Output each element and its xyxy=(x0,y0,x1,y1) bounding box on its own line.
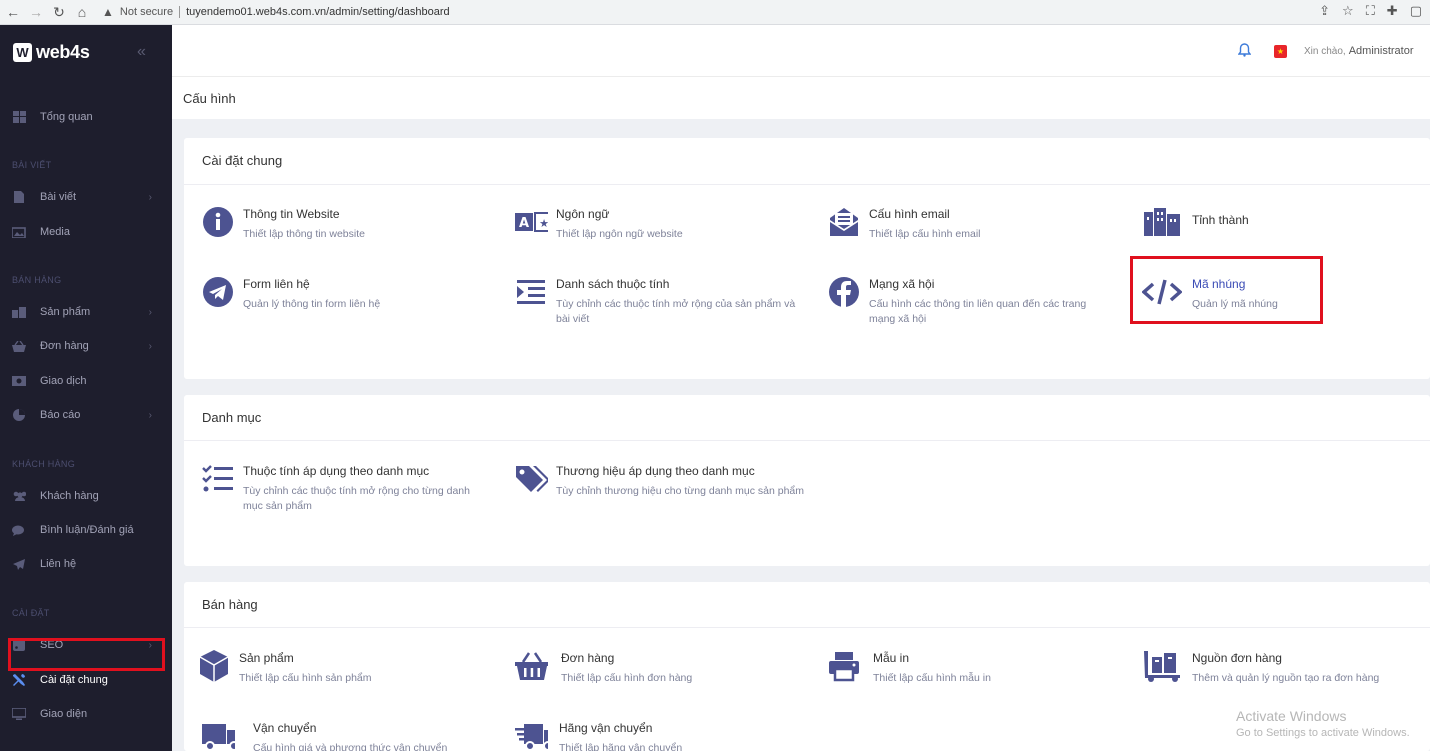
tags-icon xyxy=(514,462,548,496)
chevron-right-icon: › xyxy=(149,341,152,352)
card-title: Danh mục xyxy=(202,410,261,425)
sidebar-item-transactions[interactable]: Giao dịch xyxy=(0,368,172,394)
logo[interactable]: W web4s xyxy=(13,42,90,63)
pie-chart-icon xyxy=(12,409,26,421)
activate-windows-title: Activate Windows xyxy=(1236,708,1346,724)
monitor-icon xyxy=(12,708,26,720)
shipping-fast-icon xyxy=(514,719,548,751)
browser-toolbar: ← → ↻ ⌂ ▲ Not secure tuyendemo01.web4s.c… xyxy=(0,0,1430,25)
users-icon xyxy=(12,490,26,502)
url-text[interactable]: tuyendemo01.web4s.com.vn/admin/setting/d… xyxy=(186,6,450,18)
security-label: Not secure xyxy=(120,6,173,18)
highlight-box-sidebar xyxy=(8,638,165,671)
screenshot-icon[interactable]: ⛶ xyxy=(1366,3,1375,19)
vietnam-flag-icon[interactable]: ★ xyxy=(1274,45,1287,58)
sidebar-item-theme[interactable]: Giao diện xyxy=(0,701,172,727)
sidebar-item-contact[interactable]: Liên hệ xyxy=(0,551,172,577)
sidebar-item-customers[interactable]: Khách hàng xyxy=(0,483,172,509)
setting-category-attributes[interactable]: Thuộc tính áp dụng theo danh mụcTùy chỉn… xyxy=(201,462,483,514)
sidebar-item-products[interactable]: Sản phẩm › xyxy=(0,299,172,325)
address-bar[interactable]: ▲ Not secure tuyendemo01.web4s.com.vn/ad… xyxy=(102,1,450,23)
user-name: Administrator xyxy=(1349,45,1414,57)
top-header: ★ Xin chào,Administrator xyxy=(172,25,1430,77)
activate-windows-subtitle: Go to Settings to activate Windows. xyxy=(1236,727,1410,739)
boxes-icon xyxy=(12,306,26,318)
setting-order-sources[interactable]: Nguồn đơn hàngThêm và quản lý nguồn tạo … xyxy=(1142,649,1379,686)
sidebar-section-customers: KHÁCH HÀNG xyxy=(12,459,75,469)
paper-plane-icon xyxy=(12,558,26,570)
chevron-right-icon: › xyxy=(149,410,152,421)
setting-print-templates[interactable]: Mẫu inThiết lập cấu hình mẫu in xyxy=(827,649,991,686)
svg-text:A: A xyxy=(519,216,529,231)
home-icon[interactable]: ⌂ xyxy=(72,2,92,22)
card-title: Cài đặt chung xyxy=(202,153,282,168)
dashboard-icon xyxy=(12,111,26,123)
setting-provinces[interactable]: Tỉnh thành xyxy=(1142,205,1249,239)
setting-email[interactable]: Cấu hình emailThiết lập cấu hình email xyxy=(827,205,980,242)
printer-icon xyxy=(827,649,861,683)
indent-list-icon xyxy=(514,275,548,309)
truck-icon xyxy=(201,719,235,751)
checklist-icon xyxy=(201,462,235,496)
basket-icon xyxy=(514,649,548,683)
setting-contact-form[interactable]: Form liên hệQuản lý thông tin form liên … xyxy=(201,275,380,312)
warning-icon: ▲ xyxy=(102,5,114,19)
sidebar-item-media[interactable]: Media xyxy=(0,219,172,245)
sidebar-section-settings: CÀI ĐẶT xyxy=(12,608,50,618)
sidebar-section-posts: BÀI VIẾT xyxy=(12,160,51,170)
reload-icon[interactable]: ↻ xyxy=(49,2,69,22)
back-icon[interactable]: ← xyxy=(3,2,23,22)
card-title: Bán hàng xyxy=(202,597,258,612)
setting-carriers[interactable]: Hãng vận chuyểnThiết lập hãng vận chuyển xyxy=(514,719,682,751)
page-title: Cấu hình xyxy=(183,91,236,106)
sidepanel-icon[interactable]: ▢ xyxy=(1410,3,1422,19)
sidebar-section-sales: BÁN HÀNG xyxy=(12,275,61,285)
highlight-box-embed-code xyxy=(1130,256,1323,324)
dolly-boxes-icon xyxy=(1142,649,1182,683)
star-icon[interactable]: ☆ xyxy=(1342,3,1354,19)
sidebar-item-reviews[interactable]: Bình luận/Đánh giá xyxy=(0,517,172,543)
language-icon: A★ xyxy=(514,205,548,239)
forward-icon[interactable]: → xyxy=(26,2,46,22)
setting-language[interactable]: A★ Ngôn ngữThiết lập ngôn ngữ website xyxy=(514,205,683,242)
city-buildings-icon xyxy=(1142,205,1182,239)
sidebar-item-posts[interactable]: Bài viết › xyxy=(0,184,172,210)
extensions-icon[interactable]: ✚ xyxy=(1387,3,1398,19)
document-icon xyxy=(12,191,26,203)
setting-sales-products[interactable]: Sản phẩmThiết lập cấu hình sản phẩm xyxy=(197,649,372,686)
share-icon[interactable]: ⇪ xyxy=(1319,3,1330,19)
setting-sales-orders[interactable]: Đơn hàngThiết lập cấu hình đơn hàng xyxy=(514,649,692,686)
image-icon xyxy=(12,226,26,238)
sidebar-item-reports[interactable]: Báo cáo › xyxy=(0,402,172,428)
telegram-icon xyxy=(201,275,235,309)
user-greeting[interactable]: Xin chào,Administrator xyxy=(1304,45,1414,57)
envelope-open-icon xyxy=(827,205,861,239)
page-header: Cấu hình xyxy=(172,77,1430,119)
info-circle-icon xyxy=(201,205,235,239)
sidebar-item-overview[interactable]: Tổng quan xyxy=(0,104,172,130)
sidebar-item-orders[interactable]: Đơn hàng › xyxy=(0,333,172,359)
bell-icon[interactable] xyxy=(1238,43,1251,60)
tools-icon xyxy=(12,674,26,686)
money-icon xyxy=(12,375,26,387)
logo-mark: W xyxy=(13,43,32,62)
cube-icon xyxy=(197,649,231,683)
setting-shipping[interactable]: Vận chuyểnCấu hình giá và phương thức vậ… xyxy=(201,719,447,751)
collapse-sidebar-icon[interactable]: « xyxy=(137,43,146,61)
setting-attribute-list[interactable]: Danh sách thuộc tínhTùy chỉnh các thuộc … xyxy=(514,275,811,327)
chevron-right-icon: › xyxy=(149,307,152,318)
facebook-icon xyxy=(827,275,861,309)
logo-text: web4s xyxy=(36,42,90,63)
basket-icon xyxy=(12,340,26,352)
svg-text:★: ★ xyxy=(539,217,548,230)
setting-category-brands[interactable]: Thương hiệu áp dụng theo danh mụcTùy chỉ… xyxy=(514,462,806,499)
setting-website-info[interactable]: Thông tin WebsiteThiết lập thông tin web… xyxy=(201,205,365,242)
chevron-right-icon: › xyxy=(149,192,152,203)
comments-icon xyxy=(12,524,26,536)
setting-social-network[interactable]: Mạng xã hộiCấu hình các thông tin liên q… xyxy=(827,275,1114,327)
